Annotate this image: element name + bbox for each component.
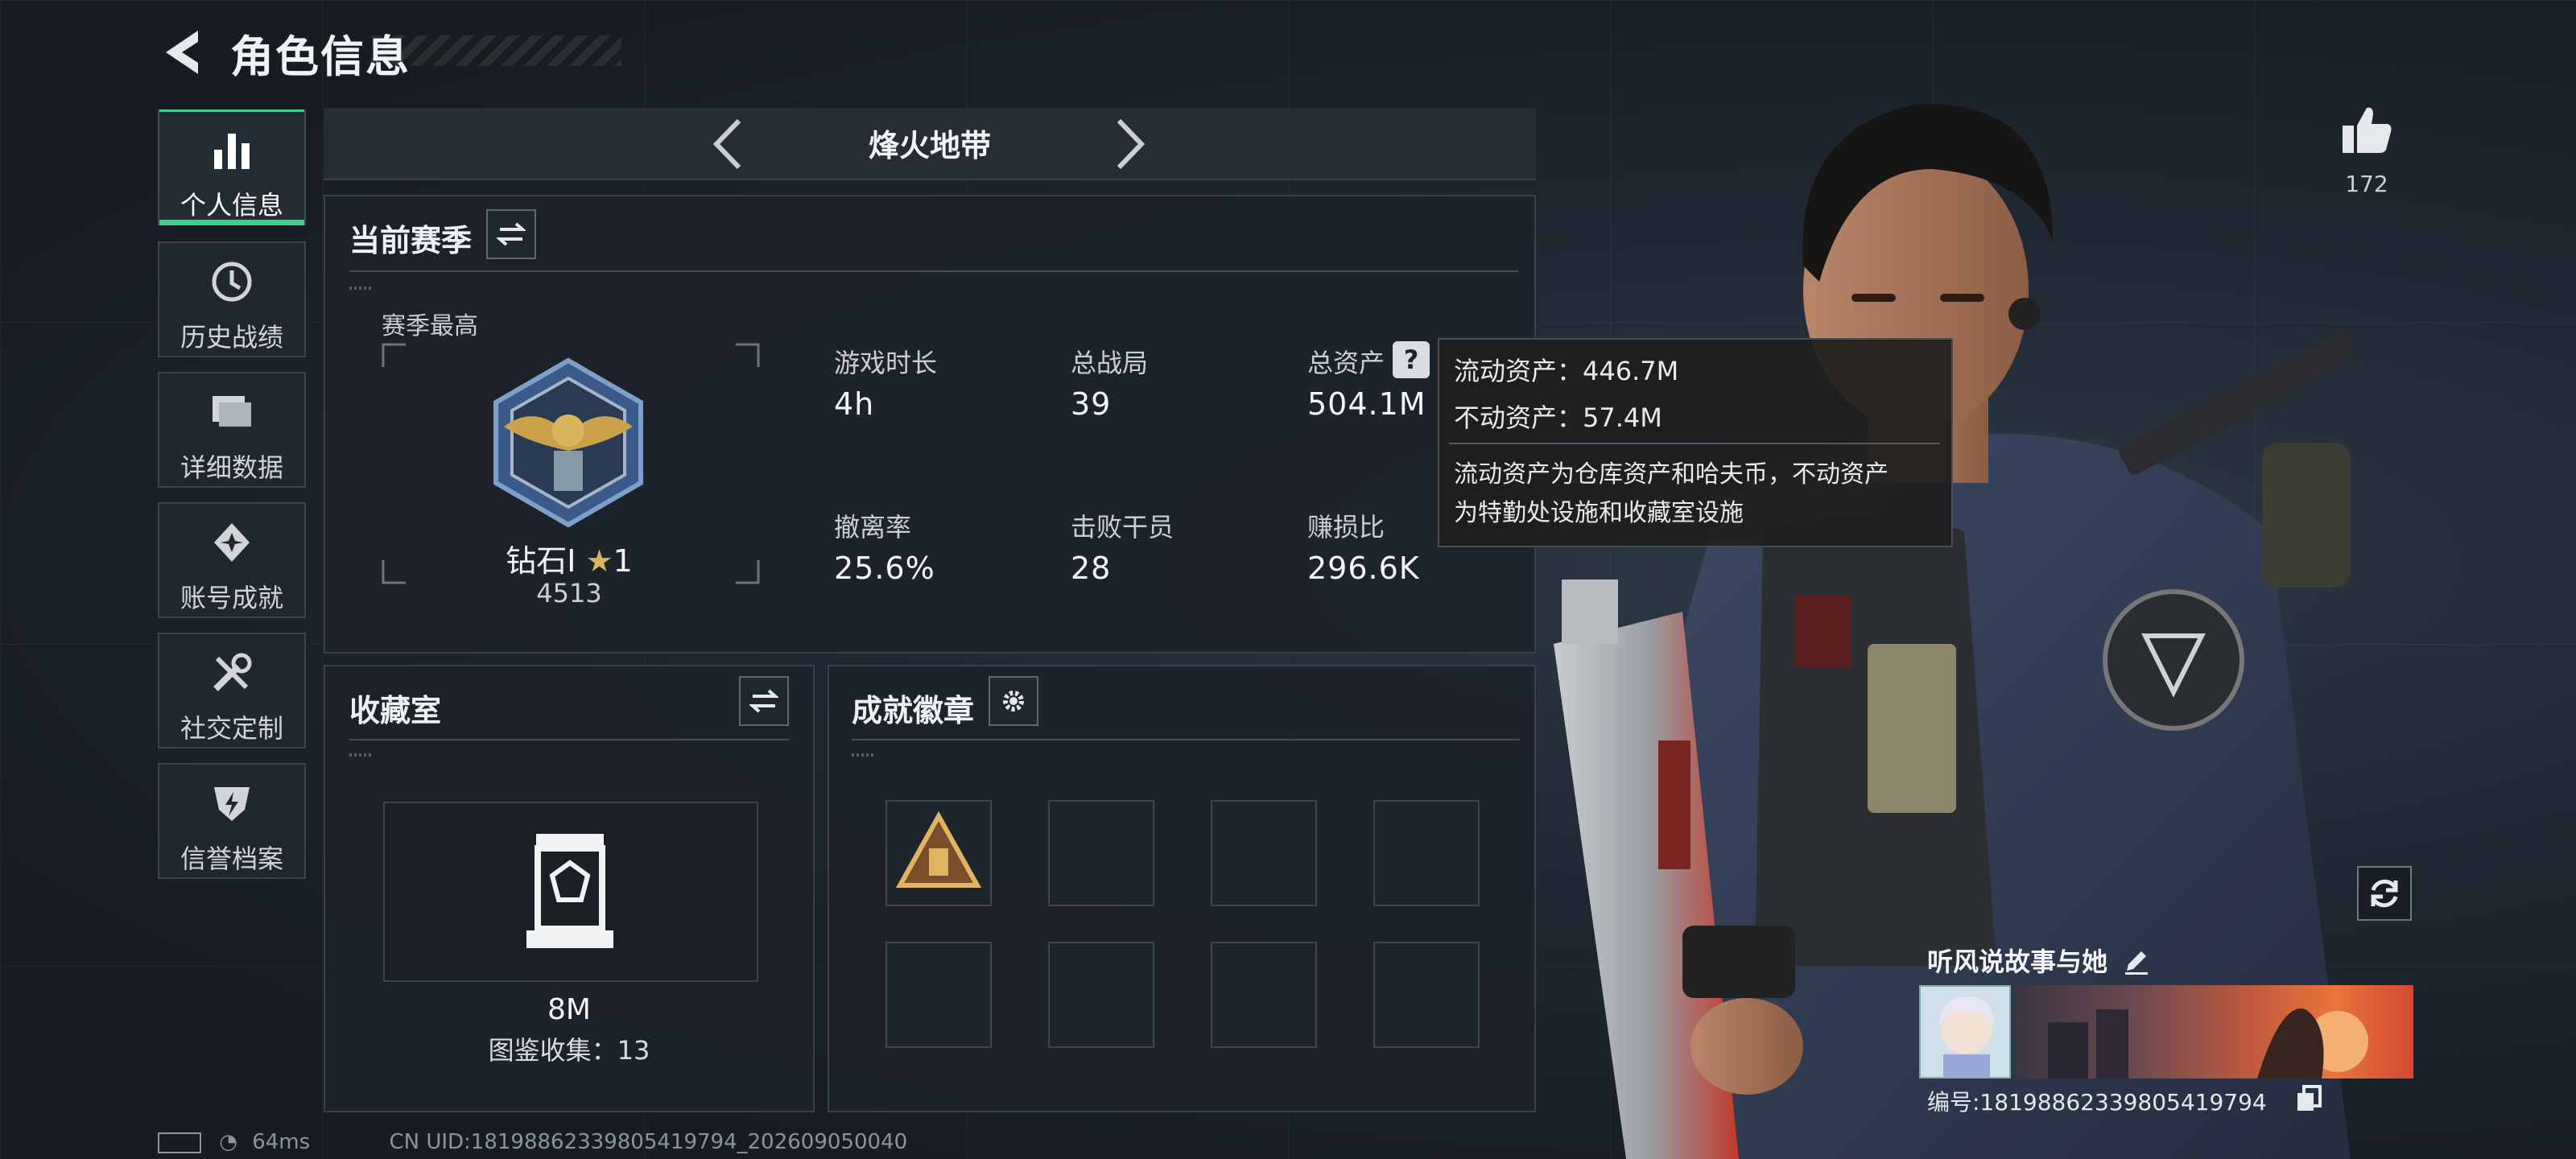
bar-chart-icon (214, 134, 250, 169)
sidebar-item-label: 账号成就 (180, 583, 283, 613)
prev-mode-arrow-icon[interactable] (708, 116, 749, 172)
achievements-settings-button[interactable] (989, 676, 1038, 726)
title-decoration (372, 35, 621, 66)
stat-label: 总战局 (1071, 348, 1149, 378)
mode-title: 烽火地带 (868, 128, 991, 163)
uid-text: CN UID:18198862339805419794_202609050040 (389, 1130, 908, 1154)
copy-icon[interactable] (2296, 1085, 2322, 1112)
season-panel-title: 当前赛季 (349, 223, 473, 258)
shield-icon (214, 787, 250, 821)
refresh-icon (2371, 879, 2398, 908)
sidebar-item-label: 历史战绩 (180, 322, 283, 353)
stat-label: 撤离率 (834, 512, 912, 542)
like-count: 172 (2345, 171, 2388, 197)
stat-value: 28 (1071, 551, 1112, 586)
ping-value: 64ms (252, 1130, 311, 1154)
tooltip-divider (1449, 443, 1940, 444)
sidebar-item-reputation[interactable]: 信誉档案 (158, 763, 306, 879)
stat-label: 赚损比 (1307, 512, 1385, 542)
season-best-label: 赛季最高 (382, 312, 478, 340)
stat-value: 25.6% (834, 551, 935, 586)
divider (349, 270, 1518, 272)
status-bar: ◔ 64ms CN UID:18198862339805419794_20260… (158, 1130, 907, 1154)
badge-slot[interactable] (886, 942, 992, 1048)
sidebar-item-label: 社交定制 (180, 713, 283, 744)
triangle-badge-icon (895, 810, 982, 888)
sidebar-item-label: 信誉档案 (180, 843, 283, 874)
stat-label: 总资产 (1307, 348, 1385, 378)
badge-slot[interactable] (1048, 942, 1154, 1048)
divider (852, 739, 1520, 740)
badge-slot[interactable] (1211, 942, 1317, 1048)
divider-detail (349, 287, 372, 290)
badge-slot[interactable] (886, 800, 992, 906)
sidebar-item-social-custom[interactable]: 社交定制 (158, 633, 306, 749)
display-case-icon (526, 834, 613, 948)
tooltip-fixed-assets: 不动资产：57.4M (1454, 402, 1662, 433)
stat-value: 296.6K (1307, 551, 1420, 586)
refresh-button[interactable] (2357, 866, 2412, 921)
rank-points: 4513 (536, 578, 602, 608)
badge-slot[interactable] (1211, 800, 1317, 906)
player-name: 听风说故事与她 (1927, 947, 2108, 977)
diamond-rank-medal-icon (493, 357, 643, 528)
tooltip-description: 为特勤处设施和收藏室设施 (1454, 499, 1744, 527)
swap-icon (749, 689, 778, 713)
divider-detail (349, 753, 372, 757)
stat-value: 504.1M (1307, 386, 1426, 422)
help-icon[interactable]: ? (1393, 341, 1430, 378)
tooltip-liquid-assets: 流动资产：446.7M (1454, 356, 1679, 386)
divider-detail (852, 753, 874, 757)
swap-icon (497, 222, 526, 246)
avatar[interactable] (1919, 985, 2011, 1079)
rank-name-row: 钻石Ⅰ ★1 (483, 536, 655, 580)
back-arrow-icon[interactable] (158, 24, 206, 80)
history-icon (212, 262, 252, 302)
tools-icon (213, 653, 252, 691)
gear-icon (1003, 691, 1024, 711)
thumbs-up-icon[interactable] (2339, 103, 2394, 158)
stat-value: 4h (834, 386, 875, 422)
sidebar-item-detail-data[interactable]: 详细数据 (158, 372, 306, 488)
collection-switch-button[interactable] (739, 676, 789, 726)
collection-value: 8M (547, 993, 591, 1026)
stat-label: 击败干员 (1071, 512, 1174, 542)
collection-title: 收藏室 (349, 693, 442, 728)
achievement-icon (214, 523, 250, 562)
player-id: 编号:18198862339805419794 (1927, 1089, 2267, 1116)
sidebar-item-account-achievements[interactable]: 账号成就 (158, 502, 306, 618)
battery-icon (158, 1132, 201, 1153)
star-icon: ★ (585, 543, 613, 579)
next-mode-arrow-icon[interactable] (1109, 116, 1150, 172)
edit-pencil-icon[interactable] (2122, 947, 2151, 975)
badge-slot[interactable] (1048, 800, 1154, 906)
rank-stars: 1 (613, 543, 633, 579)
stat-label: 游戏时长 (834, 348, 938, 378)
banner-image (2048, 1008, 2368, 1079)
tooltip-description: 流动资产为仓库资产和哈夫币，不动资产 (1454, 460, 1889, 489)
folder-icon (213, 396, 251, 427)
achievements-title: 成就徽章 (852, 693, 975, 728)
sidebar-item-label: 个人信息 (180, 190, 283, 221)
sidebar-item-label: 详细数据 (180, 452, 283, 483)
badge-slot[interactable] (1373, 942, 1480, 1048)
sidebar-item-personal-info[interactable]: 个人信息 (158, 109, 306, 225)
stat-value: 39 (1071, 386, 1112, 422)
rank-name: 钻石Ⅰ (506, 543, 576, 579)
profile-banner[interactable] (2016, 985, 2413, 1079)
badge-slot[interactable] (1373, 800, 1480, 906)
divider (349, 739, 789, 740)
collection-count: 图鉴收集：13 (488, 1035, 650, 1066)
wifi-icon: ◔ (219, 1130, 237, 1154)
avatar-image (1921, 987, 2009, 1077)
season-switch-button[interactable] (486, 209, 536, 259)
sidebar-item-history[interactable]: 历史战绩 (158, 241, 306, 357)
